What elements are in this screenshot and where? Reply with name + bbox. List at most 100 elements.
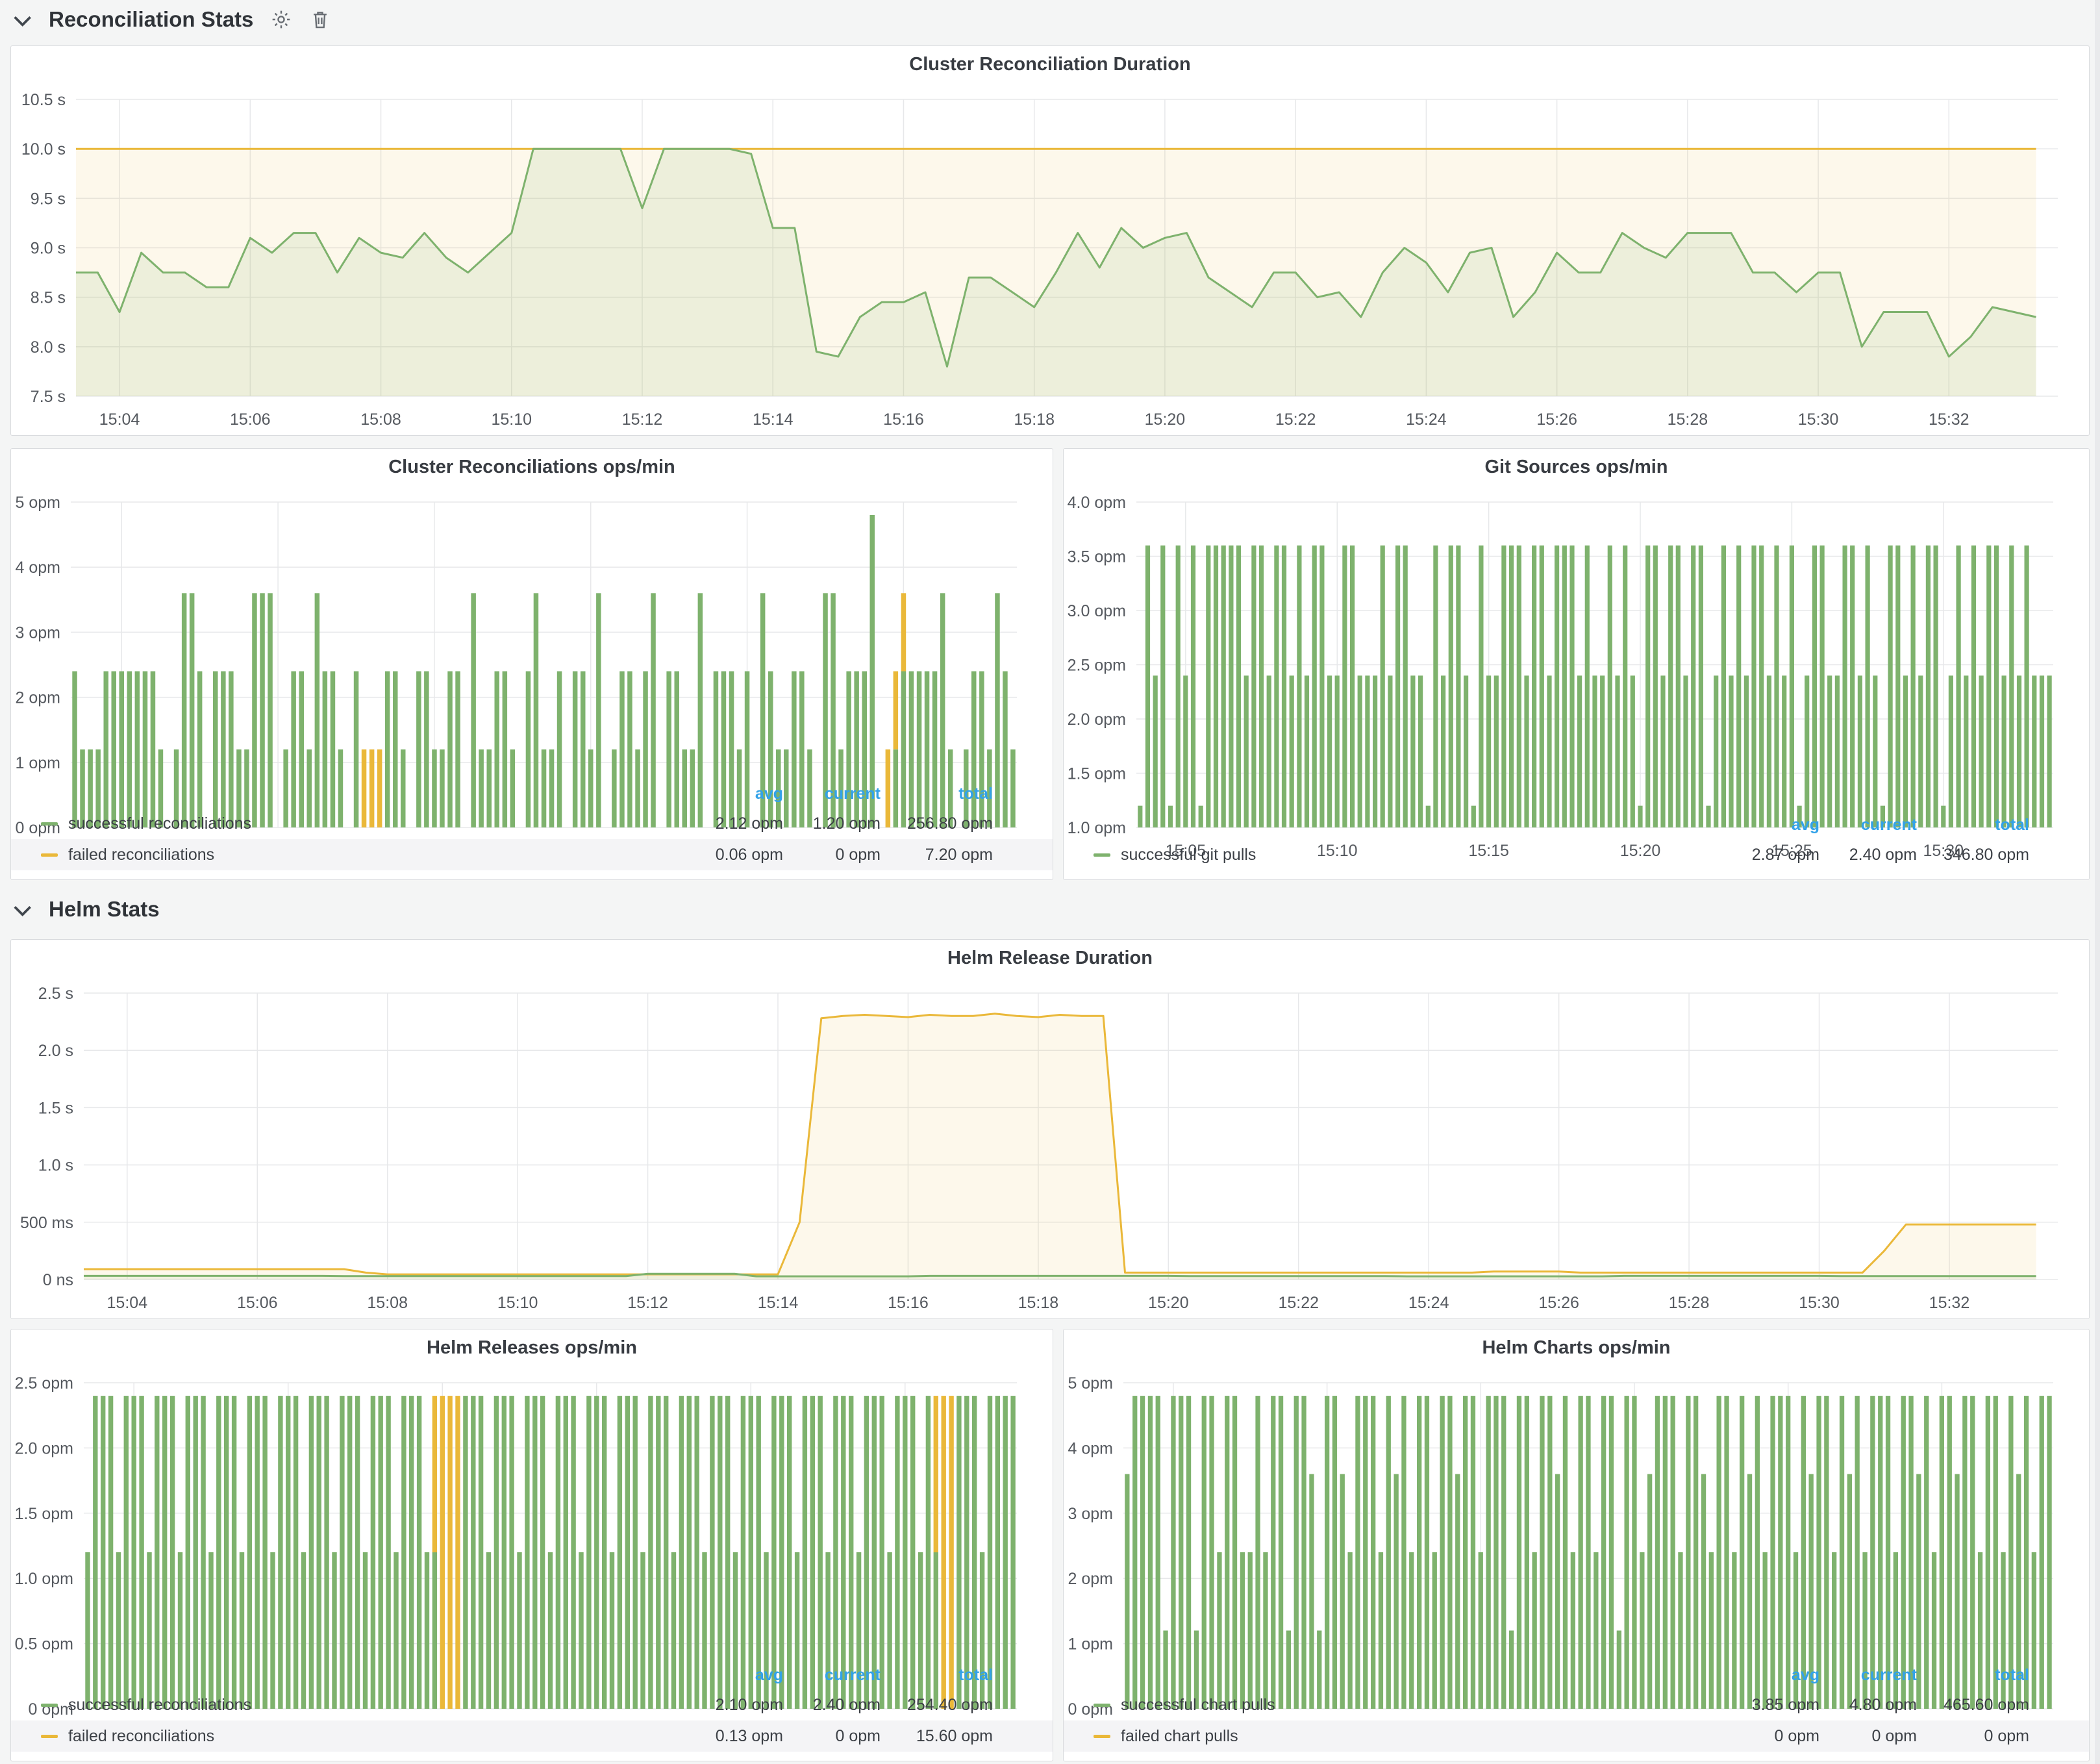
x-axis-label: 15:14: [758, 1294, 799, 1312]
series-swatch-icon: [1094, 853, 1110, 857]
legend-value-total: 465.60 opm: [1860, 1689, 2029, 1720]
y-axis-label: 8.5 s: [31, 289, 66, 307]
x-axis-label: 15:10: [497, 1294, 538, 1312]
panel-title[interactable]: Cluster Reconciliations ops/min: [11, 449, 1053, 485]
legend-column-total[interactable]: total: [1860, 1666, 2029, 1685]
y-axis-label: 1.0 s: [38, 1157, 73, 1175]
y-axis-label: 0.5 opm: [15, 1635, 73, 1654]
section-reconciliation-stats[interactable]: Reconciliation Stats: [0, 1, 331, 38]
legend-series-label[interactable]: successful chart pulls: [1121, 1696, 1275, 1715]
panel-helm-releases-opm: Helm Releases ops/min 0 opm0.5 opm1.0 op…: [10, 1329, 1053, 1761]
panel-title[interactable]: Helm Release Duration: [11, 940, 2089, 976]
x-axis-label: 15:32: [1929, 410, 1969, 429]
y-axis-label: 4 opm: [1068, 1439, 1113, 1457]
panel-title[interactable]: Git Sources ops/min: [1064, 449, 2089, 485]
legend-header: avgcurrenttotal: [11, 1661, 1053, 1689]
y-axis-label: 9.0 s: [31, 240, 66, 258]
y-axis-label: 4.0 opm: [1068, 494, 1126, 512]
legend-column-total[interactable]: total: [824, 785, 993, 803]
legend-series-label[interactable]: failed chart pulls: [1121, 1727, 1238, 1746]
legend-series-label[interactable]: successful git pulls: [1121, 846, 1256, 864]
legend-series-label[interactable]: successful reconciliations: [68, 1696, 251, 1715]
x-axis-label: 15:28: [1669, 1294, 1710, 1312]
legend-value-total: 0 opm: [1860, 1720, 2029, 1752]
series-swatch-icon: [41, 1704, 58, 1707]
panel-git-sources-opm: Git Sources ops/min 1.0 opm1.5 opm2.0 op…: [1063, 448, 2090, 880]
x-axis-label: 15:24: [1406, 410, 1447, 429]
y-axis-label: 1.0 opm: [15, 1570, 73, 1588]
x-axis-label: 15:06: [237, 1294, 278, 1312]
panel-title[interactable]: Cluster Reconciliation Duration: [11, 46, 2089, 82]
legend-header: avgcurrenttotal: [11, 779, 1053, 808]
legend: avgcurrenttotal successful reconciliation…: [11, 775, 1053, 879]
legend-series-label[interactable]: failed reconciliations: [68, 846, 214, 864]
x-axis-label: 15:18: [1018, 1294, 1059, 1312]
helm-releases-chart[interactable]: 0 opm0.5 opm1.0 opm1.5 opm2.0 opm2.5 opm…: [11, 1366, 1053, 1657]
legend-value-total: 256.80 opm: [824, 808, 993, 839]
y-axis-label: 8.0 s: [31, 338, 66, 357]
legend: avgcurrenttotalsuccessful chart pulls3.8…: [1064, 1657, 2089, 1761]
gear-icon[interactable]: [270, 8, 292, 31]
legend-column-total[interactable]: total: [1860, 816, 2029, 835]
helm-charts-chart[interactable]: 0 opm1 opm2 opm3 opm4 opm5 opm15:0515:10…: [1064, 1366, 2089, 1657]
x-axis-label: 15:26: [1536, 410, 1577, 429]
section-title[interactable]: Helm Stats: [49, 897, 160, 922]
trash-icon[interactable]: [309, 8, 331, 31]
series-swatch-icon: [41, 1735, 58, 1738]
chevron-down-icon: [14, 9, 31, 27]
x-axis-label: 15:12: [627, 1294, 668, 1312]
y-axis-label: 1 opm: [1068, 1635, 1113, 1654]
x-axis-label: 15:26: [1538, 1294, 1579, 1312]
y-axis-label: 2.0 s: [38, 1042, 73, 1060]
x-axis-label: 15:20: [1148, 1294, 1189, 1312]
legend-row: successful chart pulls3.85 opm4.80 opm46…: [1064, 1689, 2089, 1720]
y-axis-label: 0 ns: [43, 1271, 73, 1289]
x-axis-label: 15:12: [622, 410, 663, 429]
y-axis-label: 10.0 s: [21, 140, 66, 158]
x-axis-label: 15:16: [883, 410, 924, 429]
x-axis-label: 15:04: [107, 1294, 148, 1312]
x-axis-label: 15:04: [99, 410, 140, 429]
legend-series-label[interactable]: failed reconciliations: [68, 1727, 214, 1746]
chevron-down-icon: [14, 899, 31, 916]
helm-release-duration-chart[interactable]: 0 ns500 ms1.0 s1.5 s2.0 s2.5 s15:0415:06…: [11, 976, 2089, 1318]
x-axis-label: 15:22: [1275, 410, 1316, 429]
x-axis-label: 15:08: [360, 410, 401, 429]
x-axis-label: 15:28: [1668, 410, 1708, 429]
series-swatch-icon: [1094, 1704, 1110, 1707]
y-axis-label: 1.5 s: [38, 1099, 73, 1117]
x-axis-label: 15:30: [1799, 1294, 1840, 1312]
x-axis-label: 15:18: [1014, 410, 1055, 429]
y-axis-label: 1 opm: [16, 754, 60, 772]
series-swatch-icon: [41, 822, 58, 825]
y-axis-label: 2.5 opm: [15, 1374, 73, 1392]
y-axis-label: 10.5 s: [21, 91, 66, 109]
series-swatch-icon: [1094, 1735, 1110, 1738]
y-axis-label: 3.5 opm: [1068, 548, 1126, 566]
panel-title[interactable]: Helm Charts ops/min: [1064, 1329, 2089, 1366]
y-axis-label: 4 opm: [16, 559, 60, 577]
panel-cluster-reconciliation-duration: Cluster Reconciliation Duration 7.5 s8.0…: [10, 45, 2090, 436]
page-scrollbar[interactable]: [2095, 0, 2100, 1764]
panel-title[interactable]: Helm Releases ops/min: [11, 1329, 1053, 1366]
legend-column-total[interactable]: total: [824, 1666, 993, 1685]
section-title[interactable]: Reconciliation Stats: [49, 7, 253, 32]
legend-value-total: 15.60 opm: [824, 1720, 993, 1752]
cluster-reconciliations-chart[interactable]: 0 opm1 opm2 opm3 opm4 opm5 opm15:0515:10…: [11, 485, 1053, 775]
legend-row: successful reconciliations2.10 opm2.40 o…: [11, 1689, 1053, 1720]
panel-cluster-reconciliations-opm: Cluster Reconciliations ops/min 0 opm1 o…: [10, 448, 1053, 880]
x-axis-label: 15:16: [888, 1294, 929, 1312]
legend-series-label[interactable]: successful reconciliations: [68, 814, 251, 833]
legend: avgcurrenttotalsuccessful git pulls2.87 …: [1064, 807, 2089, 879]
y-axis-label: 1.5 opm: [1068, 765, 1126, 783]
legend-row: successful git pulls2.87 opm2.40 opm346.…: [1064, 839, 2089, 870]
y-axis-label: 1.5 opm: [15, 1505, 73, 1523]
legend-value-total: 7.20 opm: [824, 839, 993, 870]
y-axis-label: 5 opm: [16, 494, 60, 512]
cluster-reconciliation-duration-chart[interactable]: 7.5 s8.0 s8.5 s9.0 s9.5 s10.0 s10.5 s15:…: [11, 82, 2089, 435]
git-sources-chart[interactable]: 1.0 opm1.5 opm2.0 opm2.5 opm3.0 opm3.5 o…: [1064, 485, 2089, 807]
section-helm-stats[interactable]: Helm Stats: [0, 891, 160, 927]
series-swatch-icon: [41, 853, 58, 857]
panel-helm-charts-opm: Helm Charts ops/min 0 opm1 opm2 opm3 opm…: [1063, 1329, 2090, 1761]
y-axis-label: 3 opm: [16, 624, 60, 642]
